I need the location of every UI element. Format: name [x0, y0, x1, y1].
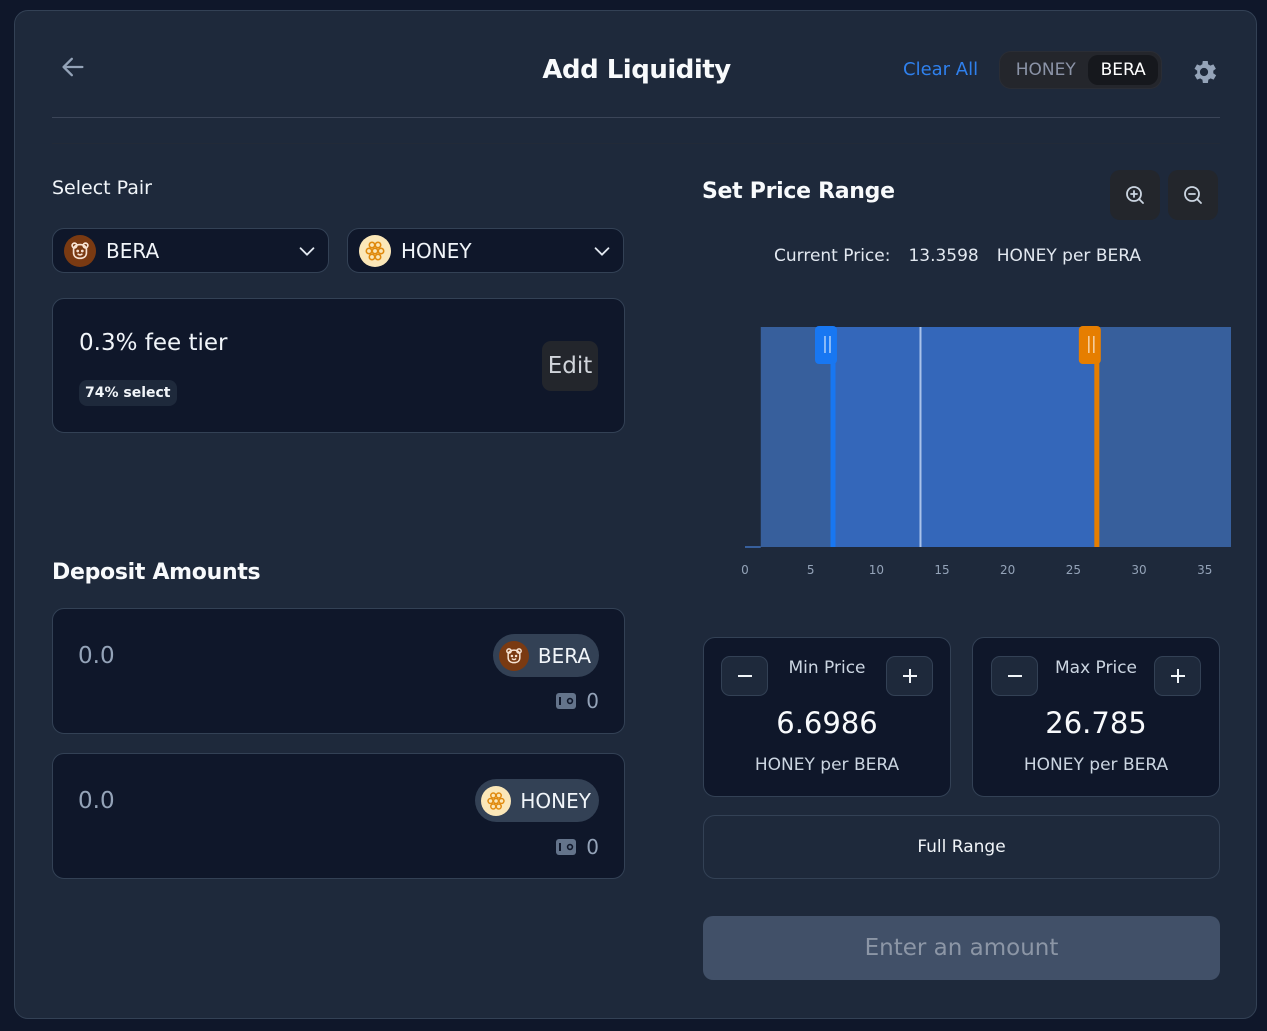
honey-balance-value: 0: [586, 835, 599, 859]
bear-icon: [64, 234, 96, 267]
current-price-row: Current Price: 13.3598 HONEY per BERA: [774, 246, 1141, 266]
plus-icon: [902, 669, 917, 683]
honey-amount-input[interactable]: [78, 788, 378, 814]
x-tick-label: 20: [1000, 563, 1015, 577]
min-price-box: Min Price 6.6986 HONEY per BERA: [703, 637, 951, 797]
x-tick-label: 35: [1197, 563, 1212, 577]
minus-icon: [1007, 675, 1022, 677]
toggle-option-honey[interactable]: HONEY: [1003, 55, 1088, 85]
chevron-down-icon: [299, 246, 315, 256]
gear-icon: [1194, 61, 1217, 83]
settings-button[interactable]: [1189, 57, 1219, 87]
max-price-box: Max Price 26.785 HONEY per BERA: [972, 637, 1220, 797]
price-range-chart[interactable]: 0 5 10 15 20 25 30 35: [731, 311, 1235, 591]
add-liquidity-card: Add Liquidity Clear All HONEY BERA Selec…: [14, 10, 1257, 1019]
zoom-in-icon: [1126, 186, 1144, 204]
bera-token-button[interactable]: BERA: [492, 634, 599, 677]
min-price-decrement[interactable]: [721, 656, 768, 696]
max-price-value[interactable]: 26.785: [973, 706, 1219, 740]
max-price-handle-grip[interactable]: [1078, 326, 1101, 364]
honey-token-button[interactable]: HONEY: [475, 779, 599, 822]
token-b-symbol: HONEY: [401, 238, 472, 263]
bera-balance-value: 0: [586, 689, 599, 713]
token-a-symbol: BERA: [106, 238, 160, 263]
min-price-unit: HONEY per BERA: [754, 755, 900, 775]
max-price-increment[interactable]: [1154, 656, 1201, 696]
token-b-select[interactable]: HONEY: [347, 228, 624, 273]
current-price-value: 13.3598: [908, 246, 979, 266]
x-tick-label: 15: [934, 563, 949, 577]
edit-fee-button[interactable]: Edit: [542, 341, 598, 391]
fee-tier-panel: 0.3% fee tier 74% select Edit: [52, 298, 625, 433]
clear-all-button[interactable]: Clear All: [903, 59, 978, 80]
min-price-handle-grip[interactable]: [814, 326, 837, 364]
x-tick-label: 0: [741, 563, 749, 577]
submit-button[interactable]: Enter an amount: [703, 916, 1220, 980]
wallet-icon: [556, 693, 577, 709]
x-tick-label: 5: [807, 563, 815, 577]
max-price-unit: HONEY per BERA: [1023, 755, 1169, 775]
bera-token-label: BERA: [537, 643, 591, 668]
min-price-value[interactable]: 6.6986: [704, 706, 950, 740]
min-price-increment[interactable]: [886, 656, 933, 696]
bera-amount-input[interactable]: [78, 643, 378, 669]
x-tick-label: 10: [869, 563, 884, 577]
zoom-out-icon: [1184, 186, 1202, 204]
selected-range-area: [832, 327, 1097, 547]
chevron-down-icon: [594, 246, 610, 256]
bear-icon: [498, 640, 529, 671]
section-divider: [52, 143, 1220, 144]
plus-icon: [1170, 669, 1185, 683]
honeycomb-icon: [481, 785, 512, 816]
x-tick-label: 30: [1131, 563, 1146, 577]
token-a-select[interactable]: BERA: [52, 228, 329, 273]
bera-balance: 0: [556, 689, 599, 713]
deposit-box-bera: BERA 0: [52, 608, 625, 734]
zoom-in-button[interactable]: [1110, 170, 1160, 220]
honey-balance: 0: [556, 835, 599, 859]
max-price-decrement[interactable]: [991, 656, 1038, 696]
back-button[interactable]: [57, 51, 89, 83]
header-divider: [52, 117, 1220, 118]
fee-tier-label: 0.3% fee tier: [79, 330, 228, 356]
current-price-label: Current Price:: [774, 246, 891, 266]
honeycomb-icon: [359, 234, 391, 267]
x-tick-label: 25: [1066, 563, 1081, 577]
wallet-icon: [556, 839, 577, 855]
toggle-option-bera[interactable]: BERA: [1088, 55, 1158, 85]
full-range-button[interactable]: Full Range: [703, 815, 1220, 879]
minus-icon: [737, 675, 752, 677]
denomination-toggle: HONEY BERA: [999, 51, 1162, 89]
zoom-out-button[interactable]: [1168, 170, 1218, 220]
arrow-left-icon: [62, 57, 84, 77]
select-pair-label: Select Pair: [52, 177, 152, 199]
honey-token-label: HONEY: [520, 788, 591, 813]
fee-selection-badge: 74% select: [79, 380, 177, 406]
deposit-amounts-title: Deposit Amounts: [52, 560, 261, 585]
current-price-unit: HONEY per BERA: [996, 246, 1141, 266]
set-price-range-title: Set Price Range: [702, 179, 895, 204]
deposit-box-honey: HONEY 0: [52, 753, 625, 879]
